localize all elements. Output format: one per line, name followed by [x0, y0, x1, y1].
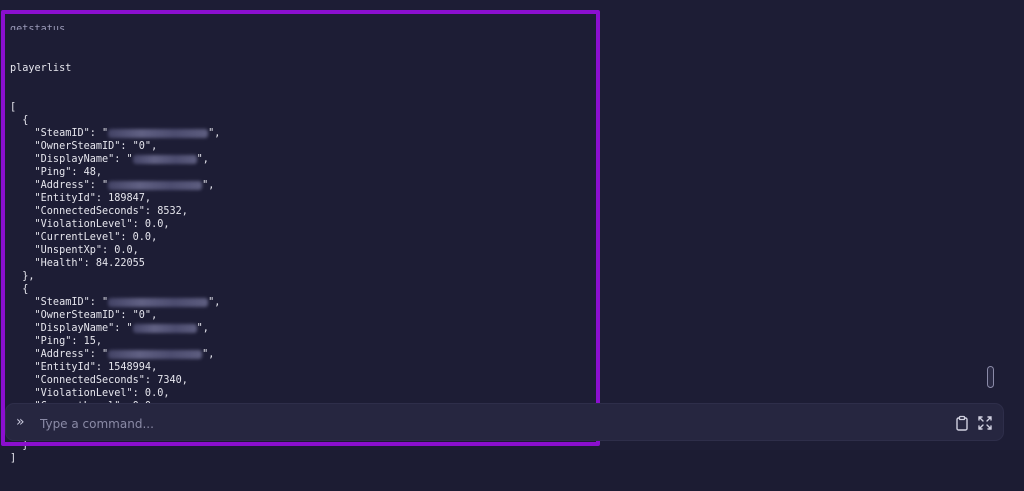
redacted-value — [132, 323, 197, 333]
output-line: "OwnerSteamID": "0", — [10, 310, 158, 321]
output-line: "UnspentXp": 0.0, — [10, 245, 139, 256]
redacted-value — [108, 128, 209, 138]
command-echo: playerlist — [10, 63, 72, 74]
output-line: "EntityId": 1548994, — [10, 362, 158, 373]
previous-command: getstatus — [10, 24, 66, 30]
output-line-text: "Address": " — [10, 180, 109, 191]
output-line: ] — [10, 453, 17, 464]
output-line-text: "DisplayName": " — [10, 323, 133, 334]
chevron-double-right-icon: » — [16, 414, 25, 430]
output-line: "Health": 84.22055 — [10, 258, 145, 269]
output-line-text: ", — [196, 154, 209, 165]
expand-icon[interactable] — [977, 415, 993, 431]
scrollbar-thumb[interactable] — [987, 366, 994, 388]
redacted-value — [108, 349, 203, 359]
output-line: "Ping": 48, — [10, 167, 103, 178]
output-line: "DisplayName": " ", — [10, 153, 220, 166]
output-line: "SteamID": " ", — [10, 296, 221, 309]
output-line: "Address": " ", — [10, 179, 220, 192]
output-line: "DisplayName": " ", — [10, 322, 220, 335]
redacted-value — [108, 180, 203, 190]
output-line-text: ", — [202, 180, 215, 191]
output-line: "OwnerSteamID": "0", — [10, 141, 158, 152]
output-line-text: ", — [208, 297, 221, 308]
redacted-value — [132, 154, 197, 164]
command-bar: » — [5, 403, 1004, 441]
output-line-text: ", — [208, 128, 221, 139]
output-line-text: "Address": " — [10, 349, 109, 360]
output-line: "ViolationLevel": 0.0, — [10, 219, 170, 230]
output-line-text: "SteamID": " — [10, 128, 109, 139]
clipboard-icon[interactable] — [954, 415, 970, 431]
output-line: [ — [10, 102, 17, 113]
output-line: }, — [10, 271, 35, 282]
output-line: "EntityId": 189847, — [10, 193, 152, 204]
output-line: "ViolationLevel": 0.0, — [10, 388, 170, 399]
output-line: "CurrentLevel": 0.0, — [10, 232, 158, 243]
output-line: "Ping": 15, — [10, 336, 103, 347]
output-line-text: "SteamID": " — [10, 297, 109, 308]
output-line-text: ", — [196, 323, 209, 334]
console-panel: getstatus playerlist [ { "SteamID": " ", … — [0, 0, 1024, 464]
output-line-text: ", — [202, 349, 215, 360]
output-line: { — [10, 115, 29, 126]
output-line: "SteamID": " ", — [10, 127, 221, 140]
redacted-value — [108, 297, 209, 307]
output-line: "ConnectedSeconds": 7340, — [10, 375, 188, 386]
output-line-text: "DisplayName": " — [10, 154, 133, 165]
output-line: { — [10, 284, 29, 295]
command-input[interactable] — [38, 412, 922, 436]
output-line: "Address": " ", — [10, 348, 220, 361]
output-line: "ConnectedSeconds": 8532, — [10, 206, 188, 217]
